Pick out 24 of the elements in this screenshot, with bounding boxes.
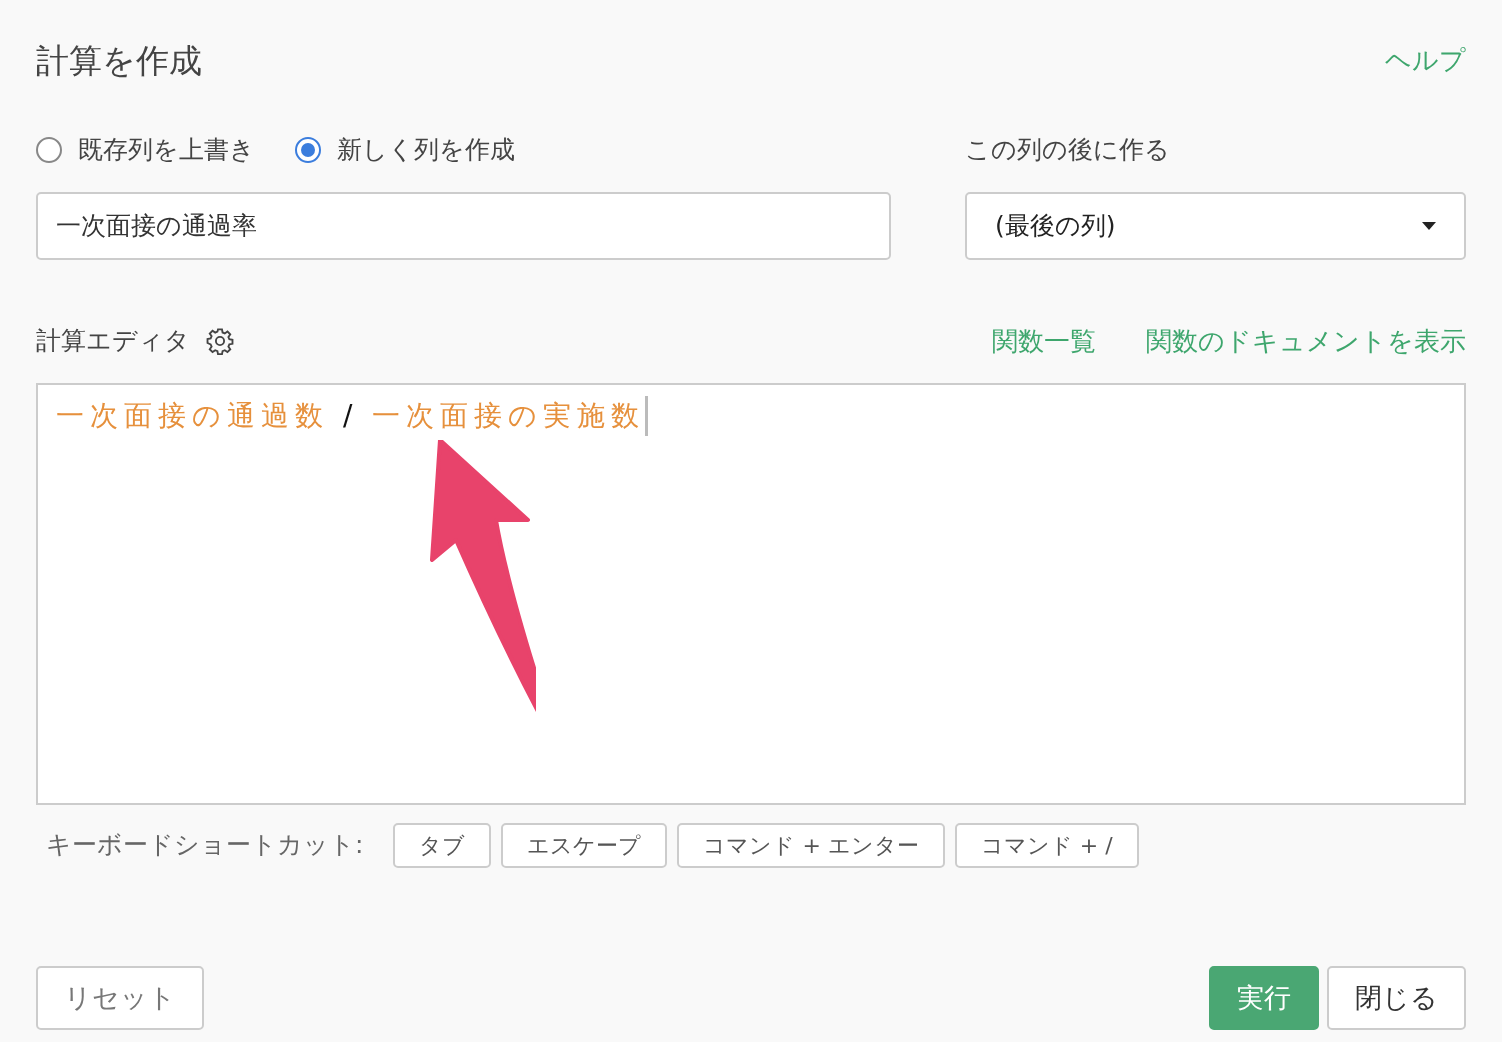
shortcut-key: エスケープ: [501, 822, 668, 868]
shortcuts-label: キーボードショートカット:: [46, 829, 364, 862]
radio-label[interactable]: 新しく列を作成: [337, 130, 515, 169]
column-name-field[interactable]: 一次面接の通過率: [36, 191, 891, 260]
settings-icon[interactable]: [206, 327, 234, 355]
dropdown-value: (最後の列): [995, 209, 1116, 242]
radio-button[interactable]: [295, 136, 321, 163]
reset-button[interactable]: リセット: [36, 965, 204, 1030]
shortcut-key: コマンド + エンター: [677, 822, 945, 868]
column-reference: 一次面接の実施数: [372, 397, 646, 434]
text-cursor: [645, 395, 649, 436]
column-reference: 一次面接の通過数: [56, 397, 329, 434]
position-label: この列の後に作る: [965, 133, 1171, 166]
dialog-title: 計算を作成: [36, 40, 202, 82]
formula-editor[interactable]: 一次面接の通過数 / 一次面接の実施数: [36, 382, 1466, 805]
caret-icon: [1422, 221, 1436, 230]
shortcut-key: タブ: [393, 822, 492, 868]
operator: /: [343, 397, 359, 434]
position-dropdown[interactable]: (最後の列): [965, 191, 1466, 260]
shortcut-key: コマンド + /: [954, 822, 1139, 868]
close-button[interactable]: 閉じる: [1327, 965, 1466, 1030]
editor-label: 計算エディタ: [36, 325, 190, 358]
radio-button[interactable]: [36, 136, 62, 163]
radio-label[interactable]: 既存列を上書き: [78, 130, 255, 169]
